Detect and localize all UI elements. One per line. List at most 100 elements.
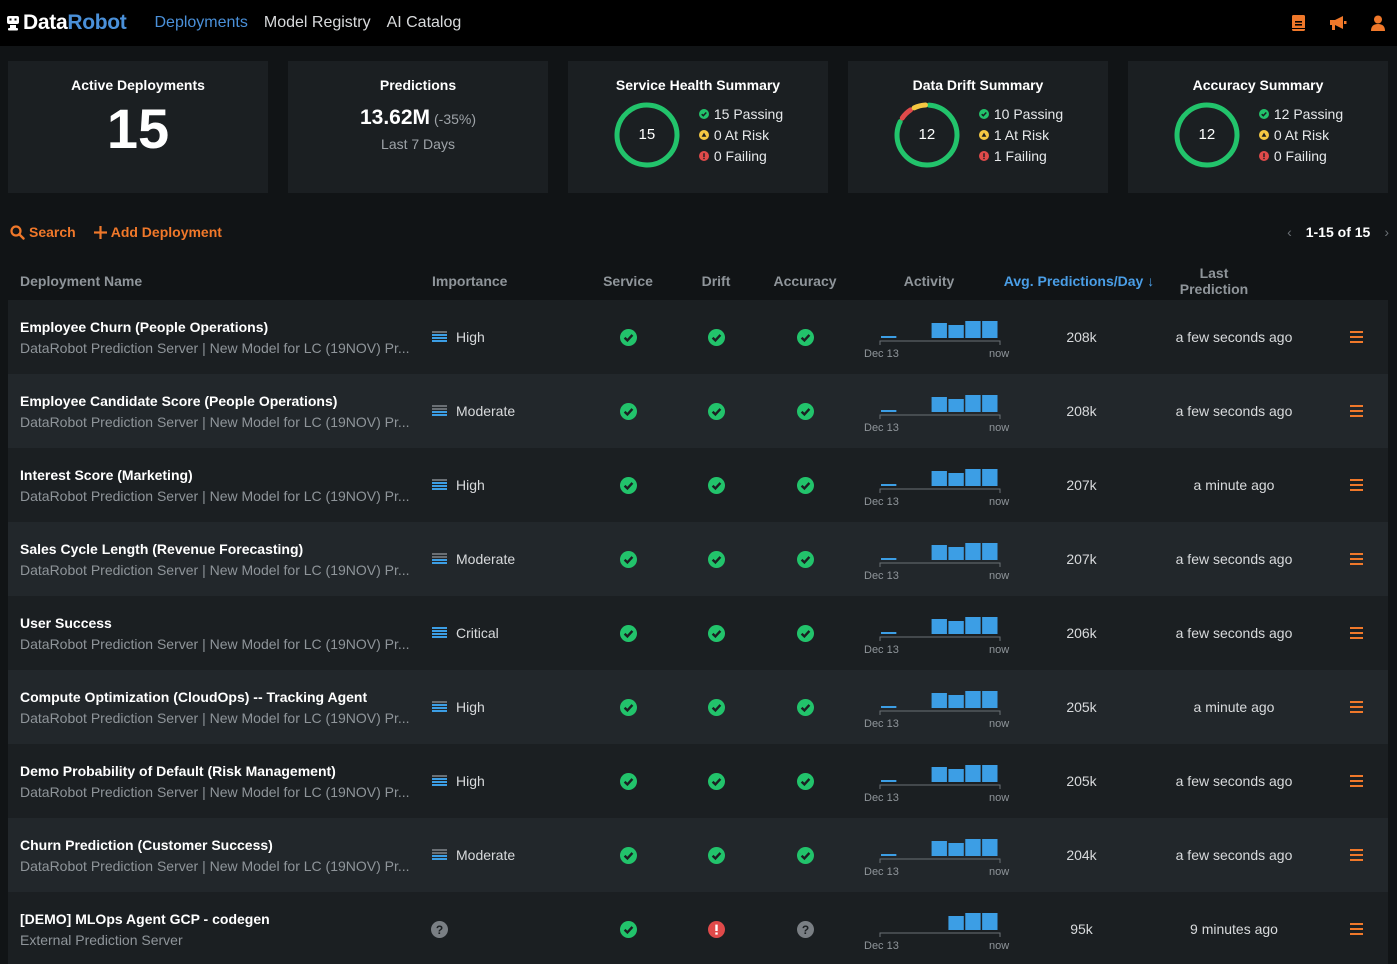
sparkline-bar [965,321,981,338]
table-row[interactable]: Compute Optimization (CloudOps) -- Track… [8,670,1388,744]
row-menu-icon[interactable] [1344,701,1368,713]
accuracy-status[interactable] [746,846,864,864]
megaphone-icon[interactable] [1329,14,1347,32]
activity-sparkline: Dec 13 now [864,670,1039,744]
header-last-prediction[interactable]: Last Prediction [1164,265,1264,297]
accuracy-status[interactable] [746,698,864,716]
header-drift[interactable]: Drift [686,273,746,289]
accuracy-status[interactable] [746,402,864,420]
header-service[interactable]: Service [570,273,686,289]
sparkline-bar [931,323,947,338]
row-menu-icon[interactable] [1344,627,1368,639]
deployment-name[interactable]: Churn Prediction (Customer Success) [20,837,420,853]
table-row[interactable]: [DEMO] MLOps Agent GCP - codegen Externa… [8,892,1388,964]
accuracy-status[interactable]: ? [746,920,864,938]
service-status[interactable] [570,624,686,642]
table-row[interactable]: User Success DataRobot Prediction Server… [8,596,1388,670]
drift-status[interactable] [686,846,746,864]
drift-status[interactable] [686,920,746,938]
deployment-name[interactable]: Sales Cycle Length (Revenue Forecasting) [20,541,420,557]
deployment-name[interactable]: Employee Churn (People Operations) [20,319,420,335]
deployment-name[interactable]: Interest Score (Marketing) [20,467,420,483]
question-circle-icon: ? [431,920,448,938]
chevron-right-icon[interactable]: › [1384,224,1389,240]
row-menu-icon[interactable] [1344,331,1368,343]
accuracy-status[interactable] [746,476,864,494]
deployment-server: DataRobot Prediction Server | New Model … [20,857,410,874]
service-status[interactable] [570,476,686,494]
drift-status[interactable] [686,402,746,420]
sparkline-bar [948,621,964,634]
sparkline-start-label: Dec 13 [864,940,899,952]
row-menu-icon[interactable] [1344,405,1368,417]
chevron-left-icon[interactable]: ‹ [1287,224,1292,240]
table-row[interactable]: Sales Cycle Length (Revenue Forecasting)… [8,522,1388,596]
table-row[interactable]: Employee Churn (People Operations) DataR… [8,300,1388,374]
nav-ai-catalog[interactable]: AI Catalog [387,14,462,32]
sparkline-bar [931,767,947,782]
deployment-name[interactable]: Compute Optimization (CloudOps) -- Track… [20,689,420,705]
drift-status[interactable] [686,550,746,568]
row-menu-icon[interactable] [1344,775,1368,787]
accuracy-status[interactable] [746,772,864,790]
row-menu-icon[interactable] [1344,923,1368,935]
sparkline-end-label: now [989,866,1010,878]
sparkline-axis [879,858,1001,863]
accuracy-card[interactable]: Accuracy Summary 12 12 Passing 0 At Risk… [1128,61,1388,193]
avg-predictions: 207k [1066,477,1097,493]
sparkline-bar [982,617,998,634]
importance-cell: High [420,773,570,789]
check-circle-icon [796,624,814,642]
deployment-name[interactable]: Demo Probability of Default (Risk Manage… [20,763,420,779]
data-drift-card[interactable]: Data Drift Summary 12 10 Passing 1 At Ri… [848,61,1108,193]
service-status[interactable] [570,550,686,568]
service-status[interactable] [570,846,686,864]
check-circle-icon [796,402,814,420]
importance-cell: Moderate [420,551,570,567]
accuracy-status[interactable] [746,328,864,346]
sparkline-start-label: Dec 13 [864,496,899,508]
card-title: Active Deployments [71,77,205,93]
drift-status[interactable] [686,476,746,494]
deployment-name[interactable]: Employee Candidate Score (People Operati… [20,393,420,409]
importance-bars-icon [432,849,447,860]
row-menu-icon[interactable] [1344,849,1368,861]
header-accuracy[interactable]: Accuracy [746,273,864,289]
importance-label: Moderate [456,551,516,567]
drift-status[interactable] [686,698,746,716]
deployment-name[interactable]: [DEMO] MLOps Agent GCP - codegen [20,911,420,927]
table-row[interactable]: Employee Candidate Score (People Operati… [8,374,1388,448]
check-circle-icon [978,109,989,119]
user-icon[interactable] [1369,14,1387,32]
datarobot-logo[interactable]: DataRobot [6,11,127,35]
card-title: Service Health Summary [615,77,781,93]
search-label: Search [29,224,76,240]
row-menu-icon[interactable] [1344,479,1368,491]
table-row[interactable]: Demo Probability of Default (Risk Manage… [8,744,1388,818]
importance-label: Moderate [456,403,516,419]
nav-model-registry[interactable]: Model Registry [264,14,371,32]
service-status[interactable] [570,920,686,938]
service-status[interactable] [570,772,686,790]
header-importance[interactable]: Importance [420,273,570,289]
table-row[interactable]: Interest Score (Marketing) DataRobot Pre… [8,448,1388,522]
service-status[interactable] [570,328,686,346]
drift-status[interactable] [686,624,746,642]
nav-deployments[interactable]: Deployments [154,14,247,32]
activity-sparkline: Dec 13 now [864,596,1039,670]
drift-status[interactable] [686,328,746,346]
table-row[interactable]: Churn Prediction (Customer Success) Data… [8,818,1388,892]
service-health-card[interactable]: Service Health Summary 15 15 Passing 0 A… [568,61,828,193]
add-deployment-button[interactable]: Add Deployment [93,224,222,240]
service-status[interactable] [570,698,686,716]
drift-status[interactable] [686,772,746,790]
accuracy-status[interactable] [746,624,864,642]
search-button[interactable]: Search [10,224,76,240]
header-deployment-name[interactable]: Deployment Name [8,273,420,289]
row-menu-icon[interactable] [1344,553,1368,565]
deployment-name[interactable]: User Success [20,615,420,631]
book-icon[interactable] [1289,14,1307,32]
service-status[interactable] [570,402,686,420]
accuracy-status[interactable] [746,550,864,568]
header-avg-predictions[interactable]: Avg. Predictions/Day ↓ [994,273,1164,289]
